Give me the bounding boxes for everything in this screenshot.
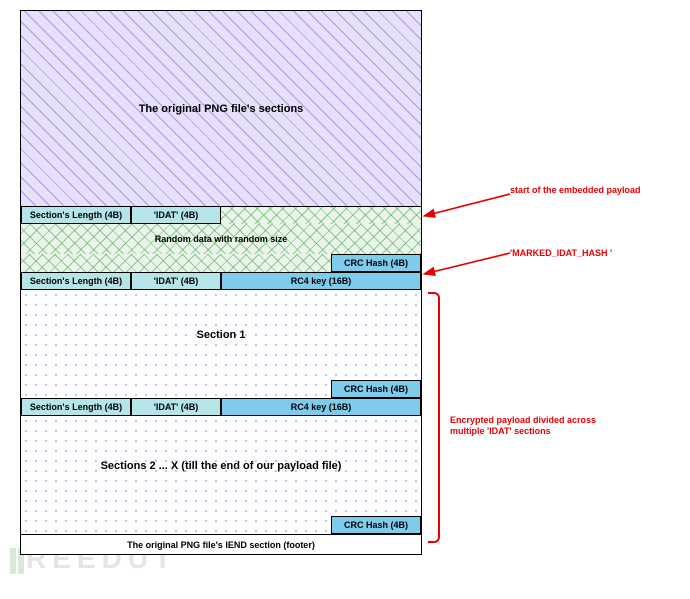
footer-label: The original PNG file's IEND section (fo… [21, 535, 421, 554]
footer-block: The original PNG file's IEND section (fo… [21, 534, 421, 554]
dots-filler-2 [21, 516, 331, 534]
annotation-marked-hash: 'MARKED_IDAT_HASH ' [510, 248, 660, 259]
annotation-start-payload: start of the embedded payload [510, 185, 650, 196]
section-length-cell: Section's Length (4B) [21, 206, 131, 224]
annotation-encrypted-note: Encrypted payload divided across multipl… [450, 415, 610, 437]
section-1-block: Section 1 [21, 290, 421, 380]
idat-header-row-2: Section's Length (4B) 'IDAT' (4B) RC4 ke… [21, 272, 421, 290]
section-length-cell-2: Section's Length (4B) [21, 272, 131, 290]
idat-cell-3: 'IDAT' (4B) [131, 398, 221, 416]
sections-rest-block: Sections 2 ... X (till the end of our pa… [21, 416, 421, 516]
sections-rest-label: Sections 2 ... X (till the end of our pa… [21, 416, 421, 516]
crc-hash-cell-1: CRC Hash (4B) [331, 380, 421, 398]
idat-header-row-1: Section's Length (4B) 'IDAT' (4B) [21, 206, 421, 224]
crc-row-1: CRC Hash (4B) [21, 380, 421, 398]
arrow-marked-hash [424, 253, 510, 274]
idat-cell-2: 'IDAT' (4B) [131, 272, 221, 290]
section-1-label: Section 1 [21, 290, 421, 380]
crc-hash-marked-cell: CRC Hash (4B) [331, 254, 421, 272]
dots-filler-1 [21, 380, 331, 398]
png-structure-diagram: The original PNG file's sections Section… [20, 10, 422, 555]
random-data-block: Random data with random size [21, 224, 421, 254]
encrypted-bracket [428, 292, 440, 543]
original-png-label: The original PNG file's sections [21, 11, 421, 206]
idat-header-row-3: Section's Length (4B) 'IDAT' (4B) RC4 ke… [21, 398, 421, 416]
crc-marked-row: CRC Hash (4B) [21, 254, 421, 272]
random-data-label: Random data with random size [21, 224, 421, 254]
original-png-block: The original PNG file's sections [21, 11, 421, 206]
section-length-cell-3: Section's Length (4B) [21, 398, 131, 416]
green-filler-1 [221, 206, 421, 224]
arrow-start-payload [424, 194, 510, 216]
rc4-key-cell: RC4 key (16B) [221, 272, 421, 290]
crc-hash-cell-2: CRC Hash (4B) [331, 516, 421, 534]
rc4-key-cell-2: RC4 key (16B) [221, 398, 421, 416]
green-filler-2 [21, 254, 331, 272]
idat-cell: 'IDAT' (4B) [131, 206, 221, 224]
crc-row-2: CRC Hash (4B) [21, 516, 421, 534]
